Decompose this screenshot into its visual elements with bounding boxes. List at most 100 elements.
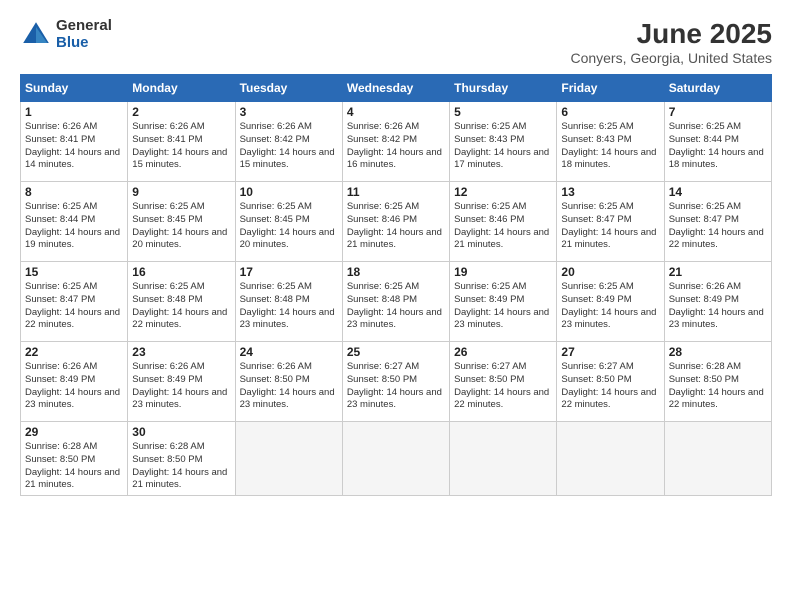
day-info: Sunrise: 6:25 AMSunset: 8:47 PMDaylight:… (561, 201, 659, 252)
logo: General Blue (20, 18, 112, 51)
table-row: 7 Sunrise: 6:25 AMSunset: 8:44 PMDaylight… (664, 102, 771, 182)
day-info: Sunrise: 6:25 AMSunset: 8:45 PMDaylight:… (240, 201, 338, 252)
day-info: Sunrise: 6:25 AMSunset: 8:47 PMDaylight:… (25, 281, 123, 332)
col-saturday: Saturday (664, 75, 771, 102)
day-number: 30 (132, 425, 230, 439)
table-row: 29 Sunrise: 6:28 AMSunset: 8:50 PMDayligh… (21, 422, 128, 496)
day-info: Sunrise: 6:25 AMSunset: 8:49 PMDaylight:… (561, 281, 659, 332)
day-number: 23 (132, 345, 230, 359)
day-number: 6 (561, 105, 659, 119)
day-info: Sunrise: 6:26 AMSunset: 8:41 PMDaylight:… (132, 121, 230, 172)
table-row: 22 Sunrise: 6:26 AMSunset: 8:49 PMDayligh… (21, 342, 128, 422)
table-row: 25Sunrise: 6:27 AMSunset: 8:50 PMDayligh… (342, 342, 449, 422)
day-number: 29 (25, 425, 123, 439)
day-info: Sunrise: 6:25 AMSunset: 8:47 PMDaylight:… (669, 201, 767, 252)
calendar-week-5: 29 Sunrise: 6:28 AMSunset: 8:50 PMDayligh… (21, 422, 772, 496)
table-row: 19Sunrise: 6:25 AMSunset: 8:49 PMDayligh… (450, 262, 557, 342)
day-info: Sunrise: 6:25 AMSunset: 8:44 PMDaylight:… (669, 121, 767, 172)
day-number: 21 (669, 265, 767, 279)
col-sunday: Sunday (21, 75, 128, 102)
day-number: 2 (132, 105, 230, 119)
table-row: 13 Sunrise: 6:25 AMSunset: 8:47 PMDayligh… (557, 182, 664, 262)
day-info: Sunrise: 6:25 AMSunset: 8:49 PMDaylight:… (454, 281, 552, 332)
logo-general: General (56, 18, 112, 35)
day-number: 16 (132, 265, 230, 279)
day-info: Sunrise: 6:25 AMSunset: 8:43 PMDaylight:… (561, 121, 659, 172)
day-info: Sunrise: 6:26 AMSunset: 8:42 PMDaylight:… (347, 121, 445, 172)
calendar-week-1: 1 Sunrise: 6:26 AMSunset: 8:41 PMDaylight… (21, 102, 772, 182)
header: General Blue June 2025 Conyers, Georgia,… (20, 18, 772, 66)
table-row: 18 Sunrise: 6:25 AMSunset: 8:48 PMDayligh… (342, 262, 449, 342)
table-row: 3 Sunrise: 6:26 AMSunset: 8:42 PMDaylight… (235, 102, 342, 182)
col-friday: Friday (557, 75, 664, 102)
day-info: Sunrise: 6:26 AMSunset: 8:42 PMDaylight:… (240, 121, 338, 172)
table-row: 17Sunrise: 6:25 AMSunset: 8:48 PMDayligh… (235, 262, 342, 342)
table-row: 8 Sunrise: 6:25 AMSunset: 8:44 PMDaylight… (21, 182, 128, 262)
day-number: 27 (561, 345, 659, 359)
table-row: 24 Sunrise: 6:26 AMSunset: 8:50 PMDayligh… (235, 342, 342, 422)
col-wednesday: Wednesday (342, 75, 449, 102)
table-row (450, 422, 557, 496)
table-row: 4 Sunrise: 6:26 AMSunset: 8:42 PMDaylight… (342, 102, 449, 182)
table-row (235, 422, 342, 496)
day-info: Sunrise: 6:26 AMSunset: 8:41 PMDaylight:… (25, 121, 123, 172)
table-row: 2 Sunrise: 6:26 AMSunset: 8:41 PMDaylight… (128, 102, 235, 182)
day-info: Sunrise: 6:27 AMSunset: 8:50 PMDaylight:… (561, 361, 659, 412)
day-number: 3 (240, 105, 338, 119)
table-row (557, 422, 664, 496)
logo-blue: Blue (56, 35, 112, 52)
day-info: Sunrise: 6:26 AMSunset: 8:50 PMDaylight:… (240, 361, 338, 412)
day-info: Sunrise: 6:25 AMSunset: 8:48 PMDaylight:… (347, 281, 445, 332)
day-info: Sunrise: 6:25 AMSunset: 8:46 PMDaylight:… (347, 201, 445, 252)
day-info: Sunrise: 6:26 AMSunset: 8:49 PMDaylight:… (669, 281, 767, 332)
day-info: Sunrise: 6:25 AMSunset: 8:48 PMDaylight:… (240, 281, 338, 332)
logo-icon (20, 19, 52, 51)
day-number: 26 (454, 345, 552, 359)
day-info: Sunrise: 6:25 AMSunset: 8:44 PMDaylight:… (25, 201, 123, 252)
day-number: 12 (454, 185, 552, 199)
calendar-week-4: 22 Sunrise: 6:26 AMSunset: 8:49 PMDayligh… (21, 342, 772, 422)
col-thursday: Thursday (450, 75, 557, 102)
month-title: June 2025 (570, 18, 772, 50)
day-number: 24 (240, 345, 338, 359)
table-row: 6 Sunrise: 6:25 AMSunset: 8:43 PMDaylight… (557, 102, 664, 182)
table-row: 14 Sunrise: 6:25 AMSunset: 8:47 PMDayligh… (664, 182, 771, 262)
header-row: Sunday Monday Tuesday Wednesday Thursday… (21, 75, 772, 102)
table-row: 15 Sunrise: 6:25 AMSunset: 8:47 PMDayligh… (21, 262, 128, 342)
col-tuesday: Tuesday (235, 75, 342, 102)
day-number: 14 (669, 185, 767, 199)
day-number: 13 (561, 185, 659, 199)
table-row: 11 Sunrise: 6:25 AMSunset: 8:46 PMDayligh… (342, 182, 449, 262)
day-info: Sunrise: 6:28 AMSunset: 8:50 PMDaylight:… (132, 441, 230, 492)
day-info: Sunrise: 6:25 AMSunset: 8:48 PMDaylight:… (132, 281, 230, 332)
calendar-week-3: 15 Sunrise: 6:25 AMSunset: 8:47 PMDayligh… (21, 262, 772, 342)
day-number: 10 (240, 185, 338, 199)
calendar-week-2: 8 Sunrise: 6:25 AMSunset: 8:44 PMDaylight… (21, 182, 772, 262)
table-row: 12 Sunrise: 6:25 AMSunset: 8:46 PMDayligh… (450, 182, 557, 262)
calendar-table: Sunday Monday Tuesday Wednesday Thursday… (20, 74, 772, 496)
day-info: Sunrise: 6:26 AMSunset: 8:49 PMDaylight:… (25, 361, 123, 412)
day-info: Sunrise: 6:28 AMSunset: 8:50 PMDaylight:… (25, 441, 123, 492)
day-number: 9 (132, 185, 230, 199)
day-info: Sunrise: 6:26 AMSunset: 8:49 PMDaylight:… (132, 361, 230, 412)
table-row: 9Sunrise: 6:25 AMSunset: 8:45 PMDaylight… (128, 182, 235, 262)
day-info: Sunrise: 6:25 AMSunset: 8:46 PMDaylight:… (454, 201, 552, 252)
table-row (342, 422, 449, 496)
table-row: 16 Sunrise: 6:25 AMSunset: 8:48 PMDayligh… (128, 262, 235, 342)
day-number: 25 (347, 345, 445, 359)
table-row: 21 Sunrise: 6:26 AMSunset: 8:49 PMDayligh… (664, 262, 771, 342)
table-row: 23 Sunrise: 6:26 AMSunset: 8:49 PMDayligh… (128, 342, 235, 422)
day-number: 15 (25, 265, 123, 279)
table-row: 27 Sunrise: 6:27 AMSunset: 8:50 PMDayligh… (557, 342, 664, 422)
day-number: 22 (25, 345, 123, 359)
day-number: 5 (454, 105, 552, 119)
day-info: Sunrise: 6:27 AMSunset: 8:50 PMDaylight:… (454, 361, 552, 412)
location: Conyers, Georgia, United States (570, 50, 772, 66)
day-number: 11 (347, 185, 445, 199)
day-number: 1 (25, 105, 123, 119)
day-number: 8 (25, 185, 123, 199)
table-row: 1 Sunrise: 6:26 AMSunset: 8:41 PMDaylight… (21, 102, 128, 182)
day-number: 4 (347, 105, 445, 119)
day-number: 7 (669, 105, 767, 119)
day-number: 18 (347, 265, 445, 279)
